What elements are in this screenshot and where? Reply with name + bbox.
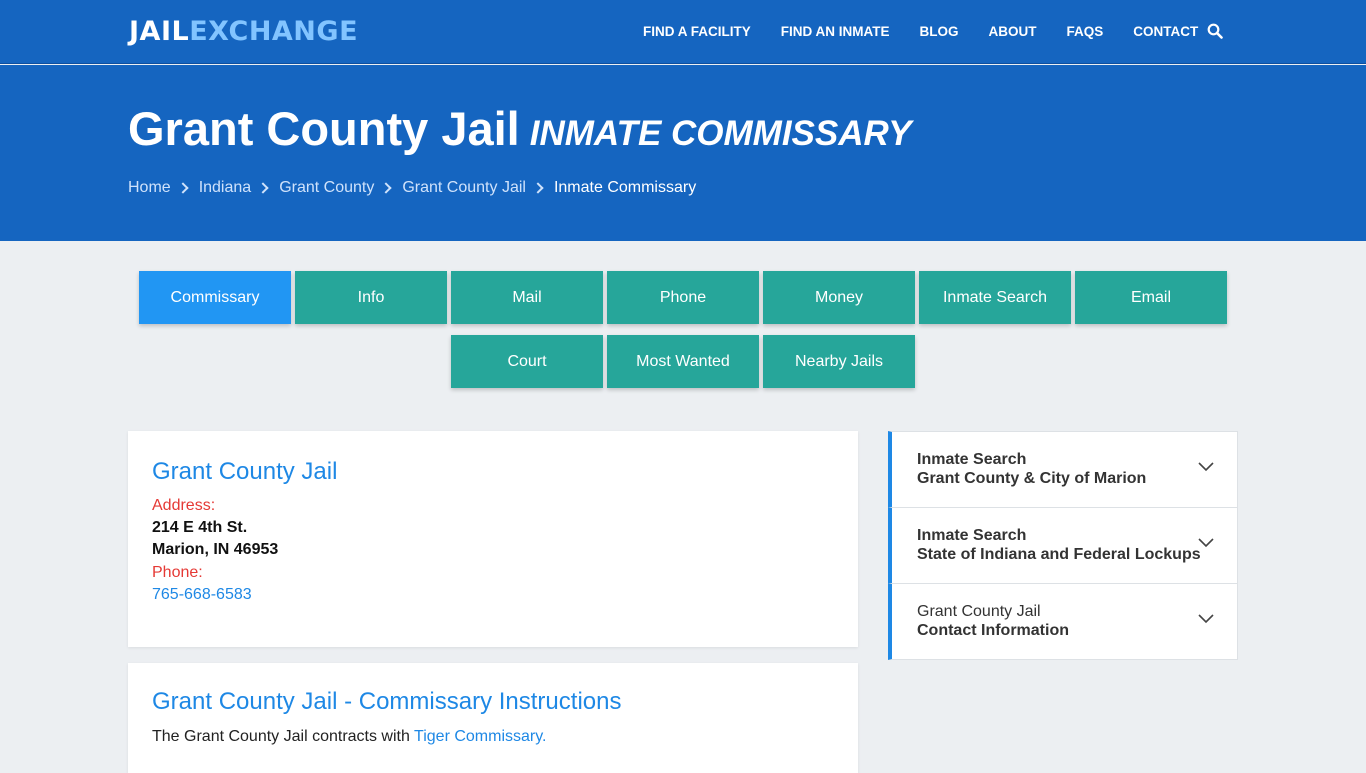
tab-money[interactable]: Money bbox=[763, 271, 915, 324]
facility-name: Grant County Jail bbox=[152, 458, 338, 485]
page-title: Grant County Jail Inmate Commissary bbox=[128, 101, 912, 169]
sidebar-item-line1: Inmate Search bbox=[917, 527, 1027, 544]
breadcrumb-state[interactable]: Indiana bbox=[199, 178, 252, 198]
breadcrumb-current: Inmate Commissary bbox=[553, 179, 697, 196]
main-nav: FIND A FACILITY FIND AN INMATE BLOG ABOU… bbox=[643, 22, 1228, 42]
page-hero: Grant County Jail Inmate Commissary Home … bbox=[0, 65, 1366, 241]
phone-link[interactable]: 765-668-6583 bbox=[152, 586, 252, 604]
page-title-sub: Inmate Commissary bbox=[529, 114, 912, 153]
sidebar-item-line2: Grant County & City of Marion bbox=[917, 470, 1147, 487]
breadcrumb-home[interactable]: Home bbox=[128, 178, 171, 198]
chevron-right-icon bbox=[380, 182, 393, 194]
breadcrumb: Home Indiana Grant County Grant County J… bbox=[128, 178, 696, 198]
chevron-right-icon bbox=[532, 182, 544, 194]
instructions-card: Grant County Jail - Commissary Instructi… bbox=[128, 663, 858, 773]
sidebar-inmate-search-state[interactable]: Inmate Search State of Indiana and Feder… bbox=[888, 507, 1238, 584]
address-line-1: 214 E 4th St. bbox=[152, 519, 248, 536]
tab-email[interactable]: Email bbox=[1075, 271, 1227, 324]
chevron-down-icon bbox=[1198, 614, 1214, 624]
nav-contact[interactable]: CONTACT bbox=[1133, 22, 1198, 42]
sidebar-item-line2: Contact Information bbox=[917, 622, 1069, 639]
facility-card: Grant County Jail Address: 214 E 4th St.… bbox=[128, 431, 858, 647]
address-label: Address: bbox=[152, 497, 216, 514]
nav-about[interactable]: ABOUT bbox=[989, 22, 1037, 42]
nav-blog[interactable]: BLOG bbox=[920, 22, 959, 42]
logo-part-jail: JAIL bbox=[129, 16, 190, 47]
tab-info[interactable]: Info bbox=[295, 271, 447, 324]
commissary-provider-link[interactable]: Tiger Commissary. bbox=[414, 728, 546, 745]
nav-find-inmate[interactable]: FIND AN INMATE bbox=[781, 22, 890, 42]
logo-part-exchange: EXCHANGE bbox=[189, 16, 359, 47]
instructions-title: Grant County Jail - Commissary Instructi… bbox=[152, 688, 622, 715]
breadcrumb-county[interactable]: Grant County bbox=[279, 178, 374, 198]
site-logo[interactable]: JAILEXCHANGE bbox=[129, 16, 358, 48]
nav-find-facility[interactable]: FIND A FACILITY bbox=[643, 22, 751, 42]
tab-mail[interactable]: Mail bbox=[451, 271, 603, 324]
tab-inmate-search[interactable]: Inmate Search bbox=[919, 271, 1071, 324]
instructions-text: The Grant County Jail contracts with Tig… bbox=[152, 728, 547, 746]
chevron-down-icon bbox=[1198, 538, 1214, 548]
tab-court[interactable]: Court bbox=[451, 335, 603, 388]
sidebar-item-line1: Inmate Search bbox=[917, 451, 1027, 468]
top-navbar: JAILEXCHANGE FIND A FACILITY FIND AN INM… bbox=[0, 0, 1366, 64]
sidebar-inmate-search-county[interactable]: Inmate Search Grant County & City of Mar… bbox=[888, 431, 1238, 508]
breadcrumb-jail[interactable]: Grant County Jail bbox=[402, 178, 526, 198]
sidebar-item-line2: State of Indiana and Federal Lockups bbox=[917, 546, 1201, 563]
tab-commissary[interactable]: Commissary bbox=[139, 271, 291, 324]
address-line-2: Marion, IN 46953 bbox=[152, 541, 279, 558]
search-icon[interactable] bbox=[1207, 23, 1223, 39]
tab-nearby-jails[interactable]: Nearby Jails bbox=[763, 335, 915, 388]
chevron-down-icon bbox=[1198, 462, 1214, 472]
tab-most-wanted[interactable]: Most Wanted bbox=[607, 335, 759, 388]
instructions-body: The Grant County Jail contracts with bbox=[152, 728, 410, 745]
page-title-main: Grant County Jail bbox=[128, 102, 520, 155]
sidebar-item-line1: Grant County Jail bbox=[917, 603, 1041, 620]
chevron-right-icon bbox=[257, 182, 269, 194]
chevron-right-icon bbox=[177, 182, 189, 194]
tab-phone[interactable]: Phone bbox=[607, 271, 759, 324]
sidebar-contact-information[interactable]: Grant County Jail Contact Information bbox=[888, 583, 1238, 660]
nav-faqs[interactable]: FAQs bbox=[1067, 22, 1104, 42]
phone-label: Phone: bbox=[152, 564, 203, 581]
